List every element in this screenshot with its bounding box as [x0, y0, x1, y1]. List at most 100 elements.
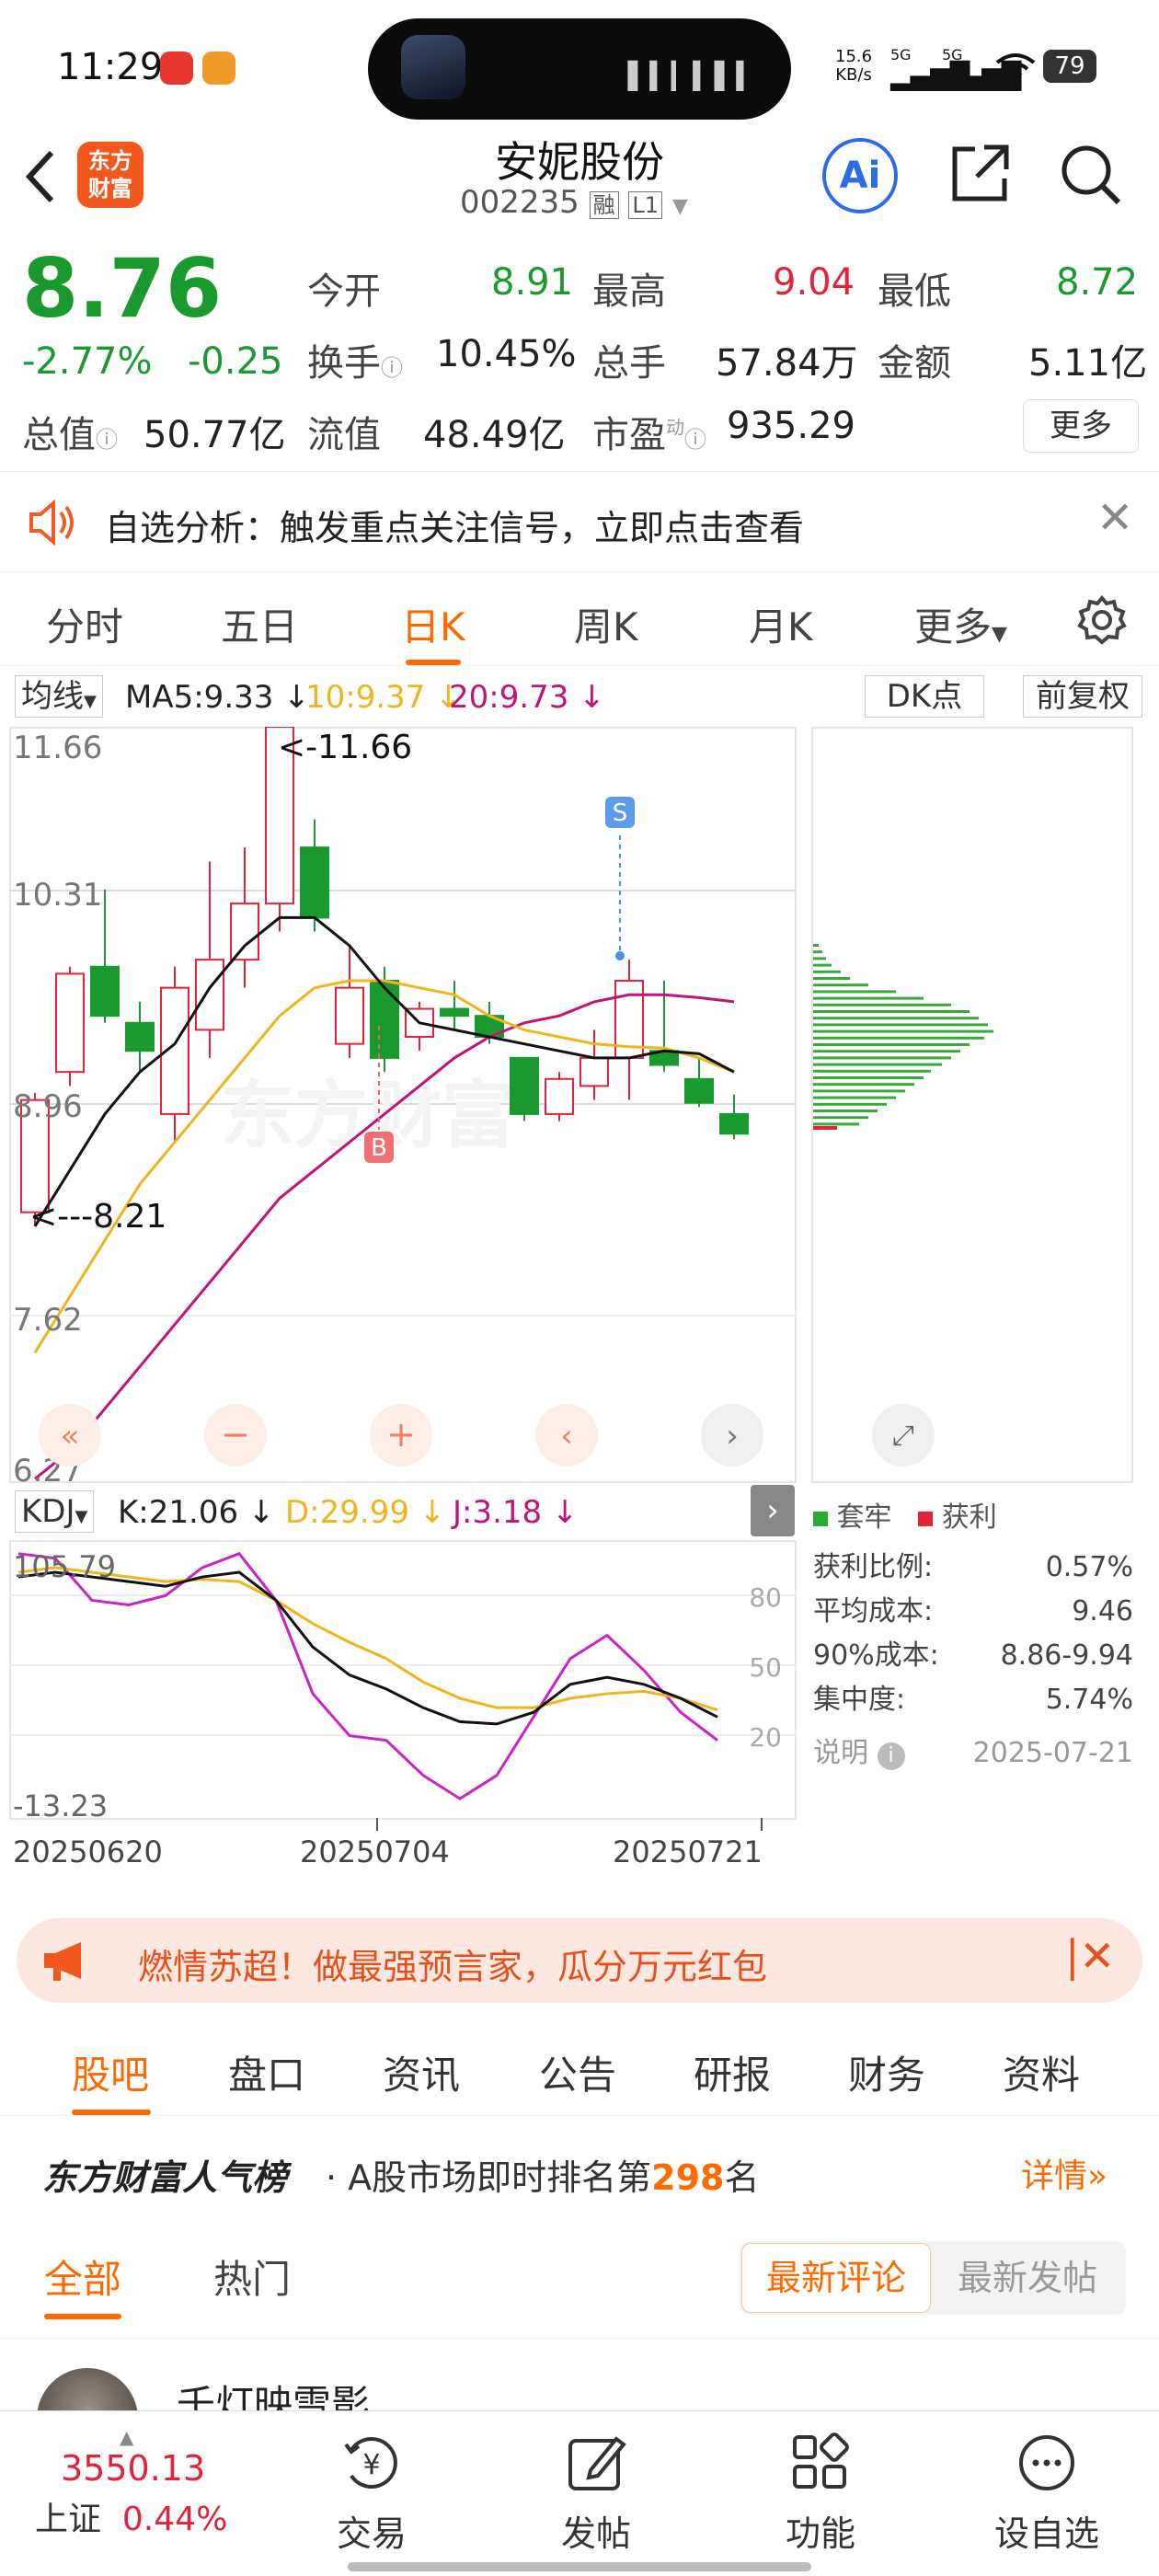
y-label-2: 10.31: [13, 877, 102, 914]
post-tab[interactable]: 发帖: [522, 2432, 670, 2556]
trade-tab[interactable]: ¥ 交易: [298, 2432, 445, 2556]
tab-5day[interactable]: 五日: [221, 596, 298, 652]
ma5-value: MA5:9.33 ↓: [125, 679, 310, 716]
candle-down[interactable]: [300, 846, 329, 919]
tab-announcement[interactable]: 公告: [539, 2044, 616, 2100]
chip-bar: [813, 1043, 970, 1046]
candle-down[interactable]: [440, 1007, 469, 1018]
float-label: 流值: [307, 414, 381, 456]
candle-down[interactable]: [90, 965, 120, 1018]
candle-up[interactable]: [335, 986, 364, 1045]
more-button[interactable]: 更多: [1023, 399, 1139, 453]
quote-panel: 8.76 -2.77% -0.25 总值ⓘ 50.77亿 今开 8.91 最高 …: [0, 241, 1159, 471]
tab-daily-k[interactable]: 日K: [401, 596, 465, 665]
candle-down[interactable]: [370, 980, 399, 1059]
double-chevron-left-icon: «: [61, 1418, 80, 1455]
index-ticker[interactable]: ▲ 3550.13 上证 0.44%: [35, 2426, 265, 2540]
tab-monthly-k[interactable]: 月K: [749, 596, 813, 652]
rank-text: · A股市场即时排名第298名: [326, 2157, 760, 2198]
watchlist-tab[interactable]: 设自选: [973, 2432, 1120, 2556]
indicator-select[interactable]: 均线▼: [15, 675, 103, 718]
candle-up[interactable]: [580, 1056, 609, 1087]
candle-up[interactable]: [545, 1077, 574, 1115]
popularity-rank[interactable]: 东方财富人气榜 · A股市场即时排名第298名 详情»: [0, 2118, 1159, 2219]
kdj-chart[interactable]: 80 50 20 105.79 -13.23 20250620 20250704…: [9, 1540, 797, 1873]
chip-bar: [813, 970, 841, 973]
chip-bar: [813, 1096, 896, 1099]
tab-research[interactable]: 研报: [694, 2044, 771, 2100]
adjust-button[interactable]: 前复权: [1023, 675, 1142, 718]
filter-hot[interactable]: 热门: [213, 2248, 291, 2305]
chip-note-row[interactable]: 说明 i 2025-07-21: [813, 1731, 1133, 1776]
chip-bar: [813, 1010, 970, 1013]
tab-more[interactable]: 更多▼: [914, 596, 1007, 652]
chip-bar: [813, 990, 896, 994]
tab-profile[interactable]: 资料: [1003, 2044, 1080, 2100]
open-value: 8.91: [491, 261, 574, 304]
promo-text: 燃情苏超！做最强预言家，瓜分万元红包: [138, 1947, 768, 1987]
function-tab[interactable]: 功能: [747, 2432, 894, 2556]
chip-row: 90%成本: 8.86-9.94: [813, 1639, 1133, 1672]
low-value: 8.72: [1056, 261, 1139, 304]
kline-chart[interactable]: 东方财富 11.66 10.31 8.96 7.62 6.27 <-11.66 …: [9, 727, 797, 1483]
candle-down[interactable]: [719, 1112, 749, 1135]
chip-distribution[interactable]: ⤢: [811, 727, 1133, 1483]
change-percent: -2.77%: [22, 340, 153, 383]
tab-underline: [405, 660, 461, 665]
close-icon[interactable]: ✕: [1096, 492, 1133, 544]
expand-icon: ⤢: [892, 1420, 914, 1452]
high-value: 9.04: [773, 261, 855, 304]
volume-label: 总手: [592, 342, 666, 385]
y-label-top: 11.66: [13, 730, 102, 766]
candle-up[interactable]: [195, 959, 224, 1031]
status-bar: 11:29 ▌▍▎▍▌▍ 15.6 KB/s 5G ▂▄▆█ 5G ▂▄▆█ 79: [0, 0, 1159, 129]
candle-down[interactable]: [510, 1056, 539, 1115]
tab-news[interactable]: 资讯: [383, 2044, 460, 2100]
chart-area[interactable]: 均线▼ MA5:9.33 ↓ 10:9.37 ↓ 20:9.73 ↓ DK点 前…: [0, 670, 1159, 1903]
pe-label: 市盈动ⓘ: [592, 414, 706, 456]
home-indicator: [348, 2562, 811, 2571]
ai-button[interactable]: Ai: [822, 138, 898, 213]
chip-bar: [813, 1122, 859, 1126]
trade-label: 交易: [336, 2513, 407, 2554]
tab-finance[interactable]: 财务: [848, 2044, 925, 2100]
tab-guba-label: 股吧: [72, 2053, 150, 2098]
sell-signal-label: S: [613, 799, 628, 827]
high-marker: <-11.66: [278, 729, 412, 766]
indicator-next-button[interactable]: ›: [751, 1485, 795, 1536]
speaker-icon: [28, 499, 75, 549]
tab-guba[interactable]: 股吧: [72, 2044, 151, 2115]
chip-row: 获利比例: 0.57%: [813, 1551, 1133, 1583]
share-icon[interactable]: [947, 142, 1012, 210]
settings-gear-icon[interactable]: [1076, 594, 1128, 650]
close-icon[interactable]: |✕: [1065, 1931, 1115, 1981]
candle-up[interactable]: [55, 972, 85, 1074]
compose-icon: [568, 2436, 626, 2490]
sort-latest-post[interactable]: 最新发帖: [933, 2243, 1122, 2313]
stock-code-line[interactable]: 002235 融 L1 ▼: [460, 184, 688, 221]
tab-intraday[interactable]: 分时: [46, 596, 123, 652]
rank-detail-link[interactable]: 详情»: [1021, 2149, 1107, 2197]
chip-stats: 获利比例: 0.57% 平均成本: 9.46 90%成本: 8.86-9.94 集中度…: [813, 1546, 1133, 1776]
tab-pankou[interactable]: 盘口: [228, 2044, 305, 2100]
dynamic-island[interactable]: ▌▍▎▍▌▍: [368, 18, 791, 120]
post-filter: 全部 热门 最新评论 最新发帖: [0, 2219, 1159, 2339]
candle-down[interactable]: [125, 1021, 155, 1052]
candle-down[interactable]: [684, 1077, 714, 1104]
candle-up[interactable]: [230, 903, 259, 961]
tab-weekly-k[interactable]: 周K: [574, 596, 638, 652]
level-tag: L1: [628, 191, 663, 219]
notice-bar[interactable]: 自选分析：触发重点关注信号，立即点击查看 ✕: [0, 471, 1159, 572]
float-value: 48.49亿: [423, 414, 566, 456]
search-icon[interactable]: [1058, 142, 1124, 212]
low-label: 最低: [878, 270, 951, 313]
kdj-select[interactable]: KDJ▼: [15, 1490, 95, 1533]
sort-latest-comment[interactable]: 最新评论: [741, 2243, 931, 2313]
chip-row: 集中度: 5.74%: [813, 1684, 1133, 1716]
plus-icon: +: [386, 1414, 416, 1455]
y-label-4: 7.62: [13, 1302, 83, 1339]
filter-all[interactable]: 全部: [44, 2248, 121, 2319]
promo-banner[interactable]: 燃情苏超！做最强预言家，瓜分万元红包 |✕: [17, 1918, 1142, 2003]
dk-point-button[interactable]: DK点: [865, 675, 984, 718]
date-label-1: 20250620: [13, 1834, 163, 1869]
